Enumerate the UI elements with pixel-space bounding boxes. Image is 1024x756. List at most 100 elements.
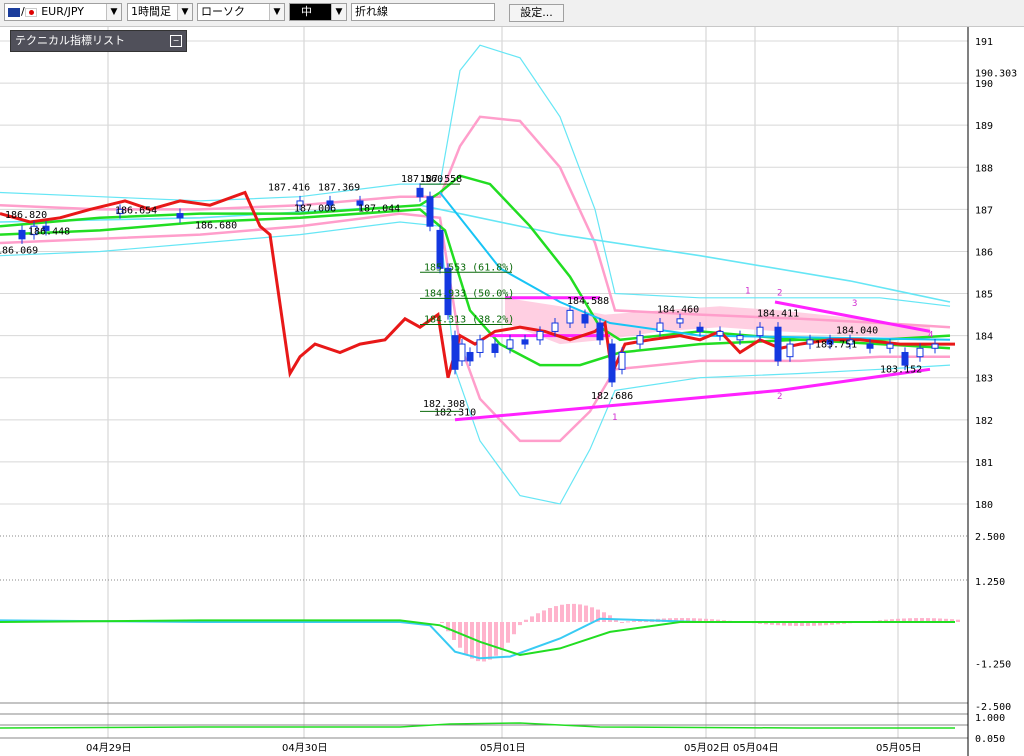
candle-body — [806, 339, 814, 345]
price-label: 184.040 — [836, 326, 878, 337]
candle-body — [536, 330, 544, 341]
macd-histogram-bar — [956, 619, 960, 622]
price-label: 184.411 — [757, 309, 799, 320]
wave-point-label: 2 — [777, 392, 782, 402]
price-label: 187.044 — [358, 203, 400, 214]
y-extra-label: 190.303 — [975, 69, 1017, 80]
price-label: 184.460 — [657, 304, 699, 315]
candle-body — [426, 196, 434, 227]
wave-point-label: 1 — [745, 287, 750, 297]
macd-histogram-bar — [518, 622, 522, 626]
candle-body — [901, 351, 909, 366]
candle-body — [581, 314, 589, 324]
candle-body — [774, 326, 782, 362]
y-tick-label: 186 — [975, 247, 993, 258]
price-label: 186.654 — [115, 206, 157, 217]
oscillator-tick-label: 0.050 — [975, 734, 1005, 745]
y-tick-label: 187 — [975, 205, 993, 216]
candle-body — [886, 343, 894, 349]
x-date-label: 05月05日 — [876, 742, 921, 754]
y-tick-label: 181 — [975, 458, 993, 469]
collapse-icon[interactable]: − — [170, 35, 182, 47]
macd-histogram-bar — [632, 620, 636, 622]
macd-histogram-bar — [506, 622, 510, 643]
macd-histogram-bar — [584, 605, 588, 622]
macd-histogram-bar — [488, 622, 492, 660]
macd-histogram-bar — [548, 608, 552, 622]
macd-histogram-bar — [560, 604, 564, 622]
macd-histogram-bar — [590, 607, 594, 622]
macd-tick-label: 1.250 — [975, 577, 1005, 588]
candle-body — [866, 343, 874, 349]
y-tick-label: 185 — [975, 290, 993, 301]
price-label: 186.680 — [195, 220, 237, 231]
macd-tick-label: -2.500 — [975, 702, 1011, 713]
price-label: 182.310 — [434, 408, 476, 419]
chart-background — [0, 27, 1024, 756]
price-label: 187.416 — [268, 182, 310, 193]
candle-body — [676, 318, 684, 324]
candle-body — [596, 322, 604, 341]
candle-body — [636, 335, 644, 345]
price-label: 186.820 — [5, 210, 47, 221]
macd-histogram-bar — [524, 619, 528, 622]
x-date-label: 05月02日 — [684, 742, 729, 754]
macd-tick-label: 2.500 — [975, 532, 1005, 543]
candle-body — [931, 343, 939, 349]
candle-body — [608, 343, 616, 383]
y-tick-label: 182 — [975, 416, 993, 427]
macd-histogram-bar — [464, 622, 468, 655]
y-tick-label: 191 — [975, 37, 993, 48]
x-date-label: 04月30日 — [282, 742, 327, 754]
candle-body — [491, 343, 499, 353]
price-label: 183.751 — [815, 339, 857, 350]
macd-histogram-bar — [626, 621, 630, 623]
macd-histogram-bar — [500, 622, 504, 651]
candle-body — [451, 335, 459, 370]
wave-point-label: 2 — [777, 289, 782, 299]
macd-histogram-bar — [620, 622, 624, 623]
price-label: 187.558 — [420, 174, 462, 185]
candle-body — [716, 330, 724, 337]
y-tick-label: 180 — [975, 500, 993, 511]
candle-body — [786, 343, 794, 358]
candle-body — [551, 322, 559, 332]
macd-histogram-bar — [440, 622, 444, 623]
macd-histogram-bar — [470, 622, 474, 659]
price-label: 186.448 — [28, 227, 70, 238]
macd-histogram-bar — [554, 606, 558, 622]
wave-point-label: 3 — [852, 299, 857, 309]
price-label: 187.006 — [294, 203, 336, 214]
candle-body — [466, 351, 474, 362]
macd-histogram-bar — [542, 610, 546, 622]
y-tick-label: 189 — [975, 121, 993, 132]
technical-indicator-list[interactable]: テクニカル指標リスト − — [10, 30, 187, 52]
price-label: 187.369 — [318, 182, 360, 193]
y-tick-label: 184 — [975, 332, 993, 343]
candle-body — [656, 322, 664, 332]
x-date-label: 05月04日 — [733, 742, 778, 754]
price-label: 184.588 — [567, 296, 609, 307]
macd-histogram-bar — [572, 603, 576, 622]
fib-level-label: 184.313 (38.2%) — [424, 314, 514, 325]
x-date-label: 05月01日 — [480, 742, 525, 754]
candle-body — [476, 339, 484, 353]
candle-body — [416, 187, 424, 198]
macd-histogram-bar — [536, 613, 540, 622]
fib-level-label: 184.933 (50.0%) — [424, 288, 514, 299]
candle-body — [736, 335, 744, 341]
chart-area[interactable]: 186.820 186.654 186.448 186.069 186.680 187.4… — [0, 0, 1024, 756]
macd-histogram-bar — [602, 612, 606, 622]
macd-histogram-bar — [566, 603, 570, 622]
oscillator-tick-label: 1.000 — [975, 713, 1005, 724]
candle-body — [521, 339, 529, 345]
y-tick-label: 188 — [975, 163, 993, 174]
candle-body — [696, 326, 704, 332]
x-date-label: 04月29日 — [86, 742, 131, 754]
macd-histogram-bar — [530, 616, 534, 622]
macd-histogram-bar — [512, 622, 516, 635]
candle-body — [176, 213, 184, 219]
candle-body — [506, 339, 514, 349]
y-tick-label: 190 — [975, 79, 993, 90]
candle-body — [916, 347, 924, 358]
